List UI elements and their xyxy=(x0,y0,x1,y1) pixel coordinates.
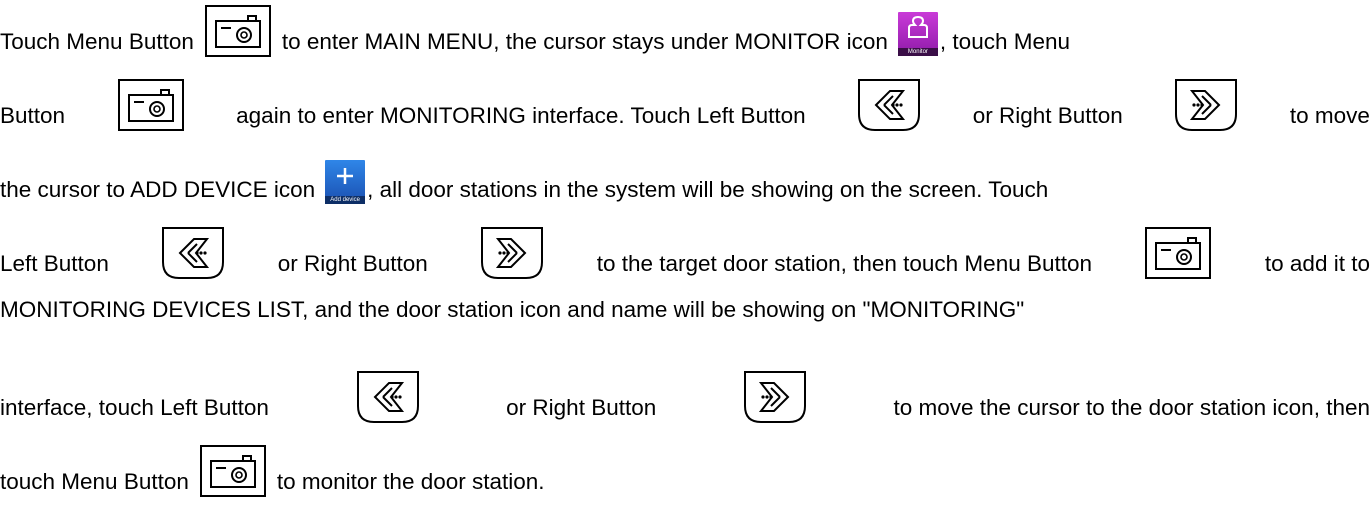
text-line-6: interface, touch Left Button or Right Bu… xyxy=(0,368,1370,424)
text-segment: Touch Menu Button xyxy=(0,29,194,54)
text-segment: to move xyxy=(1289,103,1370,128)
text-segment: , all door stations in the system will b… xyxy=(367,177,1049,202)
text-segment: or Right Button xyxy=(972,103,1123,128)
text-segment: again to enter MONITORING interface. Tou… xyxy=(236,103,806,128)
left-button-icon xyxy=(857,78,921,132)
menu-button-icon xyxy=(199,444,267,498)
menu-button-icon xyxy=(204,4,272,58)
text-segment: , touch Menu xyxy=(939,29,1070,54)
text-segment: interface, touch Left Button xyxy=(0,395,269,420)
text-segment: Button xyxy=(0,103,66,128)
text-line-7: touch Menu Button to monitor the door st… xyxy=(0,442,1370,498)
text-segment: to enter MAIN MENU, the cursor stays und… xyxy=(281,29,888,54)
text-line-1: Touch Menu Button to enter MAIN MENU, th… xyxy=(0,2,1370,58)
text-segment: or Right Button xyxy=(506,395,657,420)
add-device-tile-icon: Add device xyxy=(325,158,366,206)
right-button-icon xyxy=(743,370,807,424)
text-segment: to monitor the door station. xyxy=(276,469,545,494)
add-device-tile-caption: Add device xyxy=(325,196,366,204)
menu-button-icon xyxy=(117,78,185,132)
monitor-tile-caption: Monitor xyxy=(897,48,938,56)
monitor-tile-icon: Monitor xyxy=(897,10,938,58)
text-segment: touch Menu Button xyxy=(0,469,189,494)
text-line-2: Button again to enter MONITORING interfa… xyxy=(0,76,1370,132)
left-button-icon xyxy=(356,370,420,424)
text-line-3: the cursor to ADD DEVICE icon Add device… xyxy=(0,150,1370,206)
text-segment: to move the cursor to the door station i… xyxy=(893,395,1370,420)
text-segment: the cursor to ADD DEVICE icon xyxy=(0,177,316,202)
text-segment: MONITORING DEVICES LIST, and the door st… xyxy=(0,297,1025,322)
text-line-5: MONITORING DEVICES LIST, and the door st… xyxy=(0,270,1370,326)
right-button-icon xyxy=(1174,78,1238,132)
